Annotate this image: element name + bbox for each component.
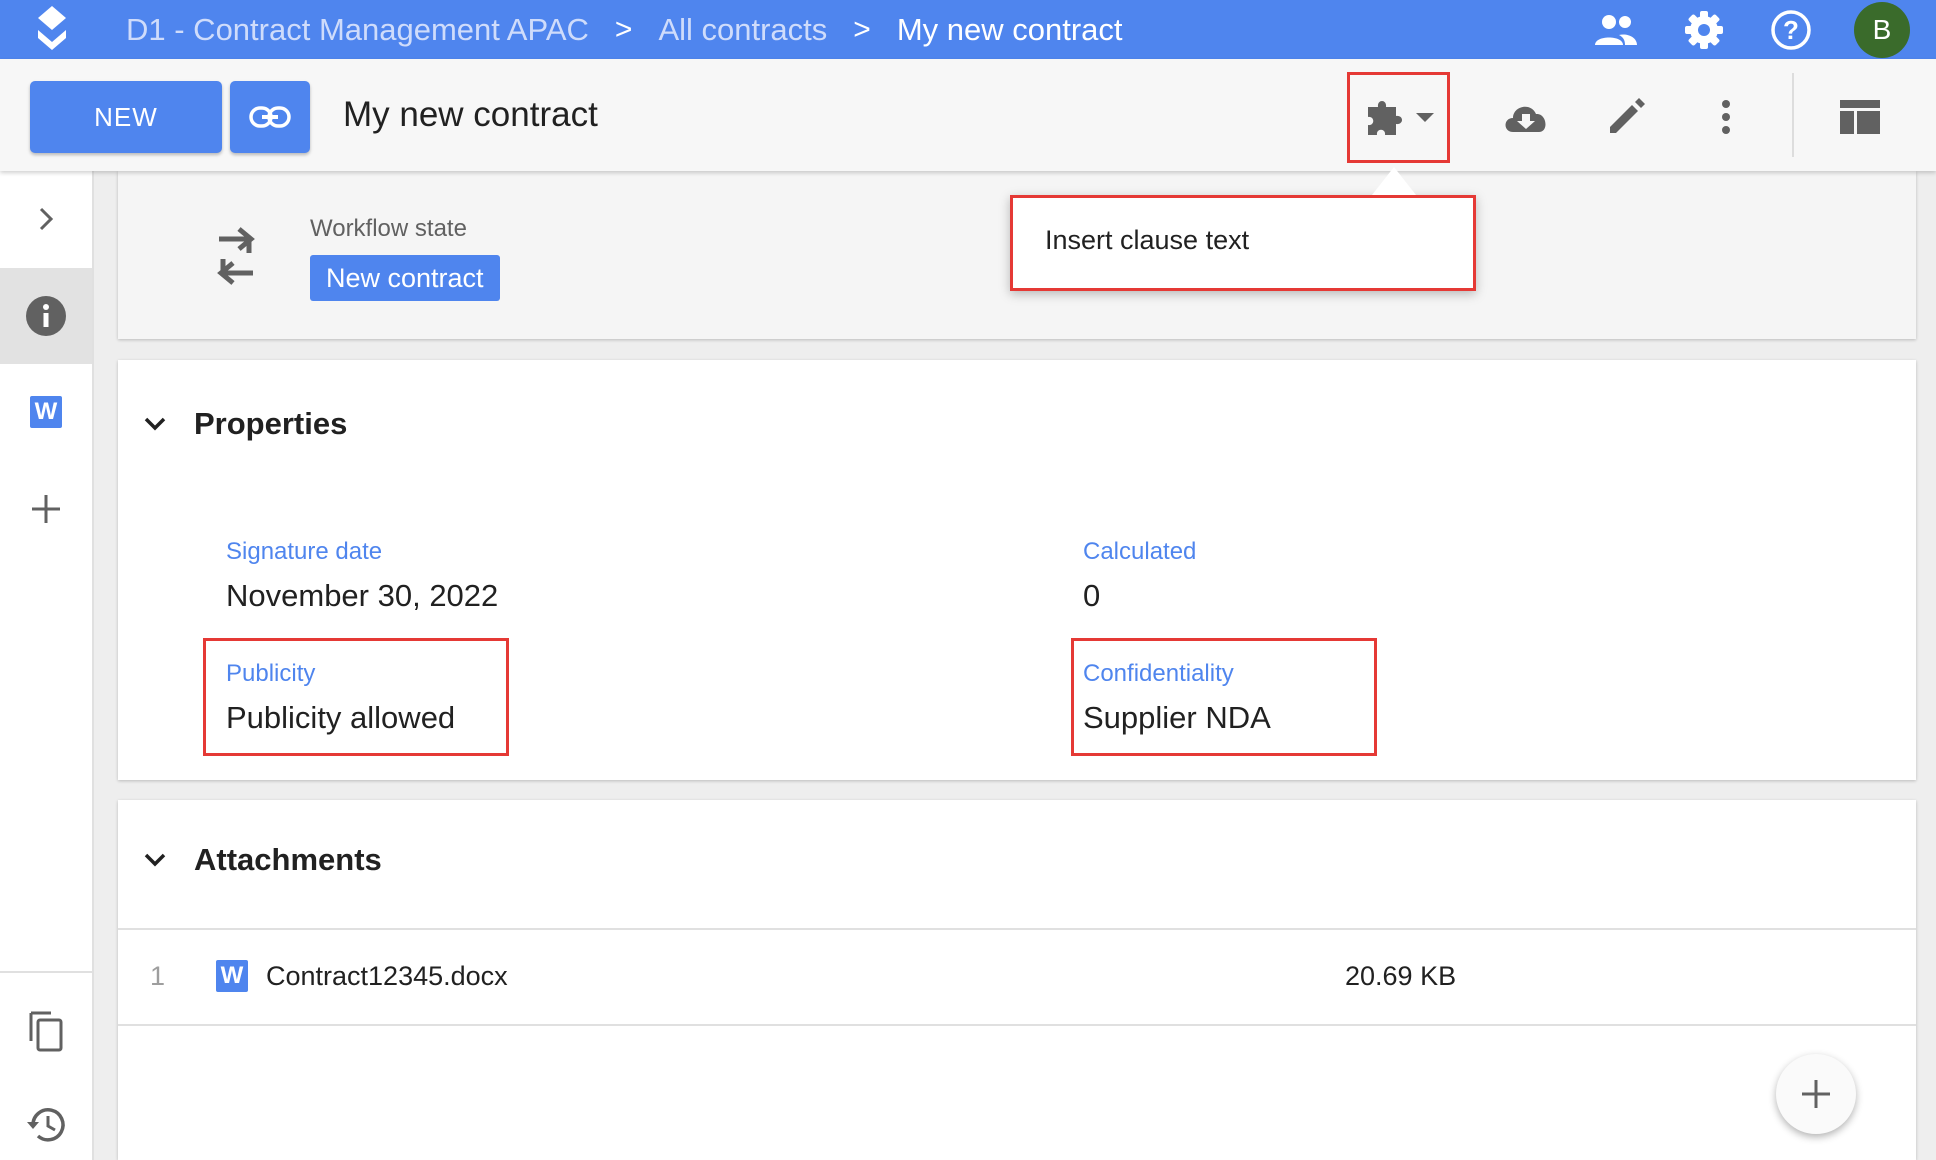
- extensions-dropdown-menu: Insert clause text: [1010, 195, 1476, 291]
- document-toolbar: NEW My new contract: [0, 59, 1936, 171]
- plus-icon: [1802, 1080, 1830, 1108]
- divider: [118, 1024, 1916, 1026]
- breadcrumb-all-contracts[interactable]: All contracts: [658, 12, 827, 48]
- extensions-menu-button[interactable]: [1347, 72, 1450, 163]
- rail-item-copy[interactable]: [0, 983, 92, 1079]
- link-icon: [249, 106, 291, 128]
- rail-divider: [0, 971, 92, 973]
- help-icon[interactable]: ?: [1767, 6, 1815, 54]
- workflow-state-badge[interactable]: New contract: [310, 255, 500, 301]
- attachments-card: Attachments 1 W Contract12345.docx 20.69…: [118, 800, 1916, 1160]
- pencil-icon[interactable]: [1598, 89, 1654, 145]
- app-bar: D1 - Contract Management APAC > All cont…: [0, 0, 1936, 59]
- chevron-down-icon: [144, 417, 166, 431]
- word-icon: W: [30, 396, 62, 428]
- properties-card: Properties Signature date November 30, 2…: [118, 360, 1916, 780]
- menu-pointer: [1372, 167, 1416, 195]
- layout-icon[interactable]: [1832, 89, 1888, 145]
- highlight-box: [1071, 638, 1377, 756]
- toolbar-divider: [1792, 73, 1794, 157]
- row-index: 1: [150, 960, 166, 991]
- rail-item-document[interactable]: W: [0, 364, 92, 460]
- breadcrumb-workspace[interactable]: D1 - Contract Management APAC: [126, 12, 589, 48]
- caret-down-icon: [1415, 112, 1434, 122]
- copy-icon: [29, 1011, 63, 1052]
- cloud-download-icon[interactable]: [1498, 89, 1554, 145]
- rail-item-info[interactable]: [0, 268, 92, 364]
- avatar[interactable]: B: [1854, 2, 1910, 58]
- svg-text:?: ?: [1783, 15, 1799, 45]
- gear-icon[interactable]: [1680, 6, 1728, 54]
- section-title: Attachments: [194, 842, 382, 877]
- section-title: Properties: [194, 406, 348, 441]
- new-button[interactable]: NEW: [30, 81, 222, 153]
- plus-icon: [32, 495, 60, 523]
- copy-link-button[interactable]: [230, 81, 310, 153]
- info-icon: [26, 296, 66, 336]
- people-icon[interactable]: [1592, 6, 1640, 54]
- add-attachment-button[interactable]: [1776, 1054, 1856, 1134]
- breadcrumb-current: My new contract: [896, 11, 1123, 47]
- highlight-box: [203, 638, 509, 756]
- attachment-size: 20.69 KB: [1345, 960, 1457, 991]
- attachment-name[interactable]: Contract12345.docx: [266, 961, 508, 992]
- expand-panel-button[interactable]: [0, 171, 92, 267]
- attachments-header[interactable]: Attachments: [144, 842, 382, 878]
- word-icon: W: [216, 960, 248, 992]
- rail-item-history[interactable]: [0, 1077, 92, 1160]
- app-logo-icon[interactable]: [32, 4, 72, 54]
- field-label: Calculated: [1083, 538, 1197, 565]
- chevron-right-icon: [39, 207, 54, 231]
- sync-icon: [217, 227, 255, 285]
- breadcrumb-separator: >: [853, 12, 871, 46]
- field-calculated[interactable]: Calculated 0: [1083, 538, 1196, 614]
- table-row[interactable]: 1 W Contract12345.docx 20.69 KB: [118, 928, 1916, 1024]
- breadcrumb: D1 - Contract Management APAC > All cont…: [126, 0, 1123, 59]
- history-icon: [27, 1108, 65, 1142]
- breadcrumb-separator: >: [614, 12, 633, 46]
- highlight-box: [1010, 195, 1476, 291]
- puzzle-icon: [1367, 100, 1402, 135]
- workflow-state-label: Workflow state: [310, 215, 467, 242]
- rail-item-add[interactable]: [0, 461, 92, 557]
- field-signature-date[interactable]: Signature date November 30, 2022: [226, 538, 498, 614]
- left-rail: W: [0, 171, 94, 1160]
- field-label: Signature date: [226, 538, 383, 565]
- properties-header[interactable]: Properties: [144, 406, 347, 442]
- field-value: November 30, 2022: [226, 578, 499, 613]
- more-vert-icon[interactable]: [1698, 89, 1754, 145]
- field-value: 0: [1083, 578, 1101, 613]
- chevron-down-icon: [144, 853, 166, 867]
- page-title: My new contract: [343, 95, 598, 134]
